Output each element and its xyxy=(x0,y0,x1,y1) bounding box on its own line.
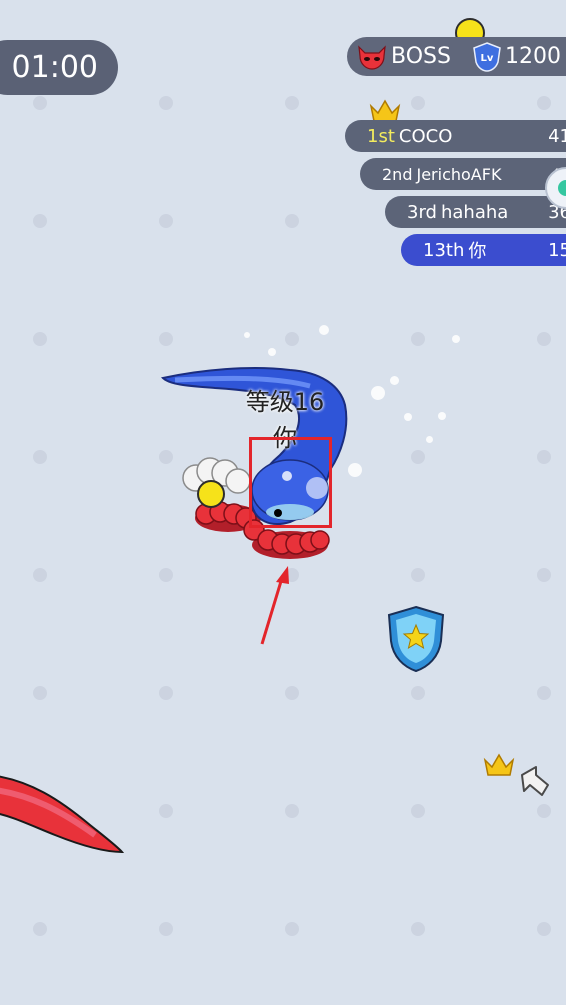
player-head-highlight xyxy=(249,437,332,528)
leaderboard-name: COCO xyxy=(398,125,453,147)
bubble xyxy=(452,335,460,343)
leaderboard-row-2: 2nd JerichoAFK 40 xyxy=(360,158,566,190)
leaderboard-score: 15 xyxy=(548,239,566,261)
leaderboard-row-3: 3rd hahaha 36 xyxy=(385,196,566,228)
crown-icon xyxy=(483,753,515,776)
timer-value: 01:00 xyxy=(11,50,98,85)
leaderboard-row-1: 1st COCO 41 xyxy=(345,120,566,152)
enemy-snake-bottom-left xyxy=(0,775,125,854)
leaderboard-name: hahaha xyxy=(440,201,509,223)
bubble xyxy=(438,412,446,420)
match-timer: 01:00 xyxy=(0,40,118,95)
bubble xyxy=(390,376,399,385)
bubble xyxy=(371,386,385,400)
bubble xyxy=(319,325,329,335)
leaderboard-name: 你 xyxy=(468,241,487,262)
boss-info-bar: BOSS Lv 1200 xyxy=(347,37,566,76)
boss-label: BOSS xyxy=(391,44,451,69)
leaderboard-rank: 2nd xyxy=(382,164,413,184)
bubble xyxy=(244,332,250,338)
leaderboard-score: 41 xyxy=(548,125,566,147)
leaderboard-rank: 3rd xyxy=(407,201,437,223)
lv-shield-icon: Lv xyxy=(473,41,501,72)
bubble xyxy=(348,463,362,477)
offscreen-indicator-icon xyxy=(545,167,566,209)
leaderboard-row-me: 13th 你 15 xyxy=(401,234,566,266)
boss-score: 1200 xyxy=(504,44,561,69)
player-level-label: 等级16 xyxy=(245,388,325,416)
lv-text: Lv xyxy=(481,53,494,64)
leaderboard-name: JerichoAFK xyxy=(416,164,502,184)
direction-arrow-icon xyxy=(521,766,549,796)
tutorial-arrow xyxy=(260,566,289,645)
bubble xyxy=(268,348,276,356)
star-shield-icon[interactable] xyxy=(386,605,446,673)
leaderboard-rank: 1st xyxy=(367,125,395,147)
coin-icon xyxy=(197,480,225,508)
bubble xyxy=(426,436,433,443)
bubble xyxy=(404,413,412,421)
devil-icon xyxy=(358,44,386,70)
leaderboard-rank: 13th xyxy=(423,239,465,261)
